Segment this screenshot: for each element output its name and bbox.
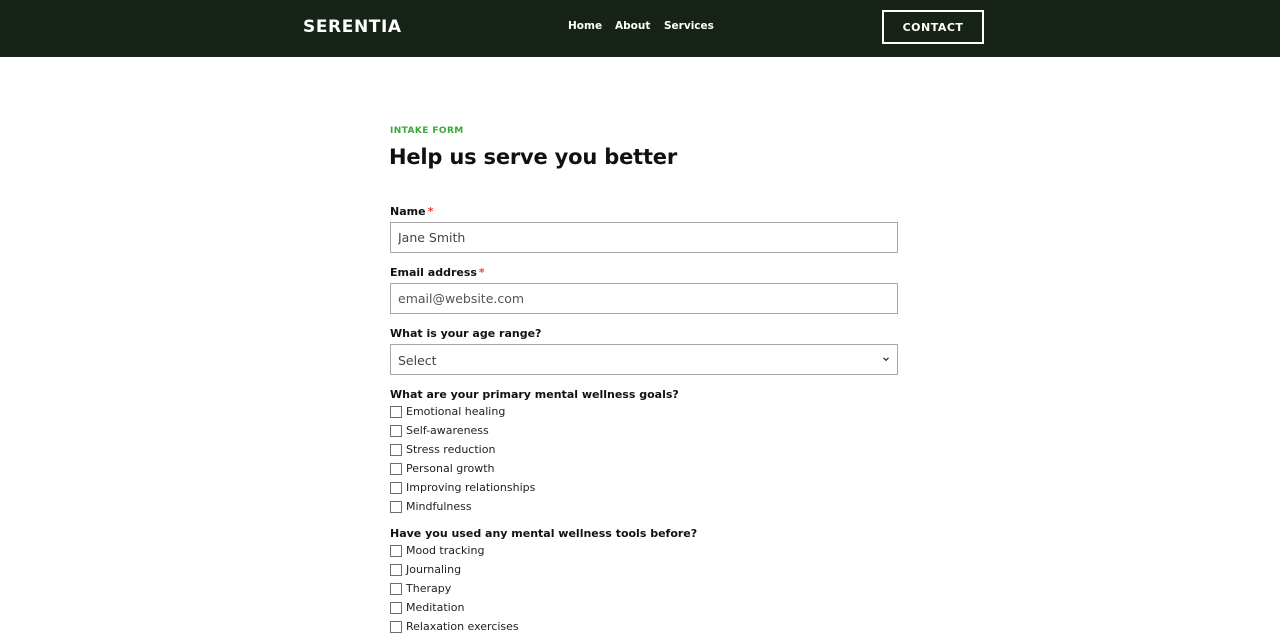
email-label-text: Email address (390, 266, 477, 279)
goal-checkbox[interactable] (390, 444, 402, 456)
tool-option[interactable]: Meditation (390, 600, 464, 616)
required-marker: * (478, 266, 485, 279)
goal-option[interactable]: Emotional healing (390, 404, 505, 420)
tool-checkbox[interactable] (390, 602, 402, 614)
goal-checkbox[interactable] (390, 463, 402, 475)
goal-option[interactable]: Self-awareness (390, 423, 489, 439)
goal-option-label: Stress reduction (406, 443, 496, 456)
site-header: SERENTIA Home About Services CONTACT (0, 0, 1280, 57)
tool-option[interactable]: Therapy (390, 581, 451, 597)
goal-checkbox[interactable] (390, 482, 402, 494)
page-title: Help us serve you better (389, 145, 677, 169)
age-select[interactable]: Select (390, 344, 898, 375)
tool-checkbox[interactable] (390, 621, 402, 633)
goal-option-label: Personal growth (406, 462, 495, 475)
form-eyebrow: INTAKE FORM (390, 126, 464, 136)
age-select-value: Select (398, 353, 437, 368)
age-label: What is your age range? (390, 327, 542, 340)
tools-label: Have you used any mental wellness tools … (390, 527, 698, 540)
goal-option[interactable]: Improving relationships (390, 480, 535, 496)
tool-option-label: Journaling (406, 563, 462, 576)
email-input[interactable] (390, 283, 898, 314)
goal-checkbox[interactable] (390, 406, 402, 418)
tool-option[interactable]: Mood tracking (390, 543, 484, 559)
nav-about-link[interactable]: About (615, 19, 650, 33)
logo[interactable]: SERENTIA (303, 16, 402, 38)
tool-checkbox[interactable] (390, 583, 402, 595)
tool-option-label: Meditation (406, 601, 465, 614)
goal-option-label: Self-awareness (406, 424, 489, 437)
tool-option-label: Relaxation exercises (406, 620, 519, 633)
goal-checkbox[interactable] (390, 501, 402, 513)
email-label: Email address * (390, 266, 485, 280)
goal-option[interactable]: Stress reduction (390, 442, 495, 458)
name-label: Name * (390, 205, 433, 219)
name-input[interactable] (390, 222, 898, 253)
tool-option[interactable]: Relaxation exercises (390, 619, 519, 635)
nav-home-link[interactable]: Home (568, 19, 602, 33)
goal-option-label: Mindfulness (406, 500, 472, 513)
goal-option-label: Improving relationships (406, 481, 536, 494)
tool-checkbox[interactable] (390, 564, 402, 576)
tool-option[interactable]: Journaling (390, 562, 461, 578)
chevron-down-icon (883, 357, 889, 362)
required-marker: * (427, 205, 434, 218)
contact-button[interactable]: CONTACT (882, 10, 984, 44)
tool-option-label: Mood tracking (406, 544, 485, 557)
goal-checkbox[interactable] (390, 425, 402, 437)
nav-services-link[interactable]: Services (664, 19, 714, 33)
goals-label: What are your primary mental wellness go… (390, 388, 679, 401)
goal-option[interactable]: Personal growth (390, 461, 495, 477)
goal-option-label: Emotional healing (406, 405, 506, 418)
tool-checkbox[interactable] (390, 545, 402, 557)
tool-option-label: Therapy (406, 582, 452, 595)
goal-option[interactable]: Mindfulness (390, 499, 472, 515)
name-label-text: Name (390, 205, 426, 218)
